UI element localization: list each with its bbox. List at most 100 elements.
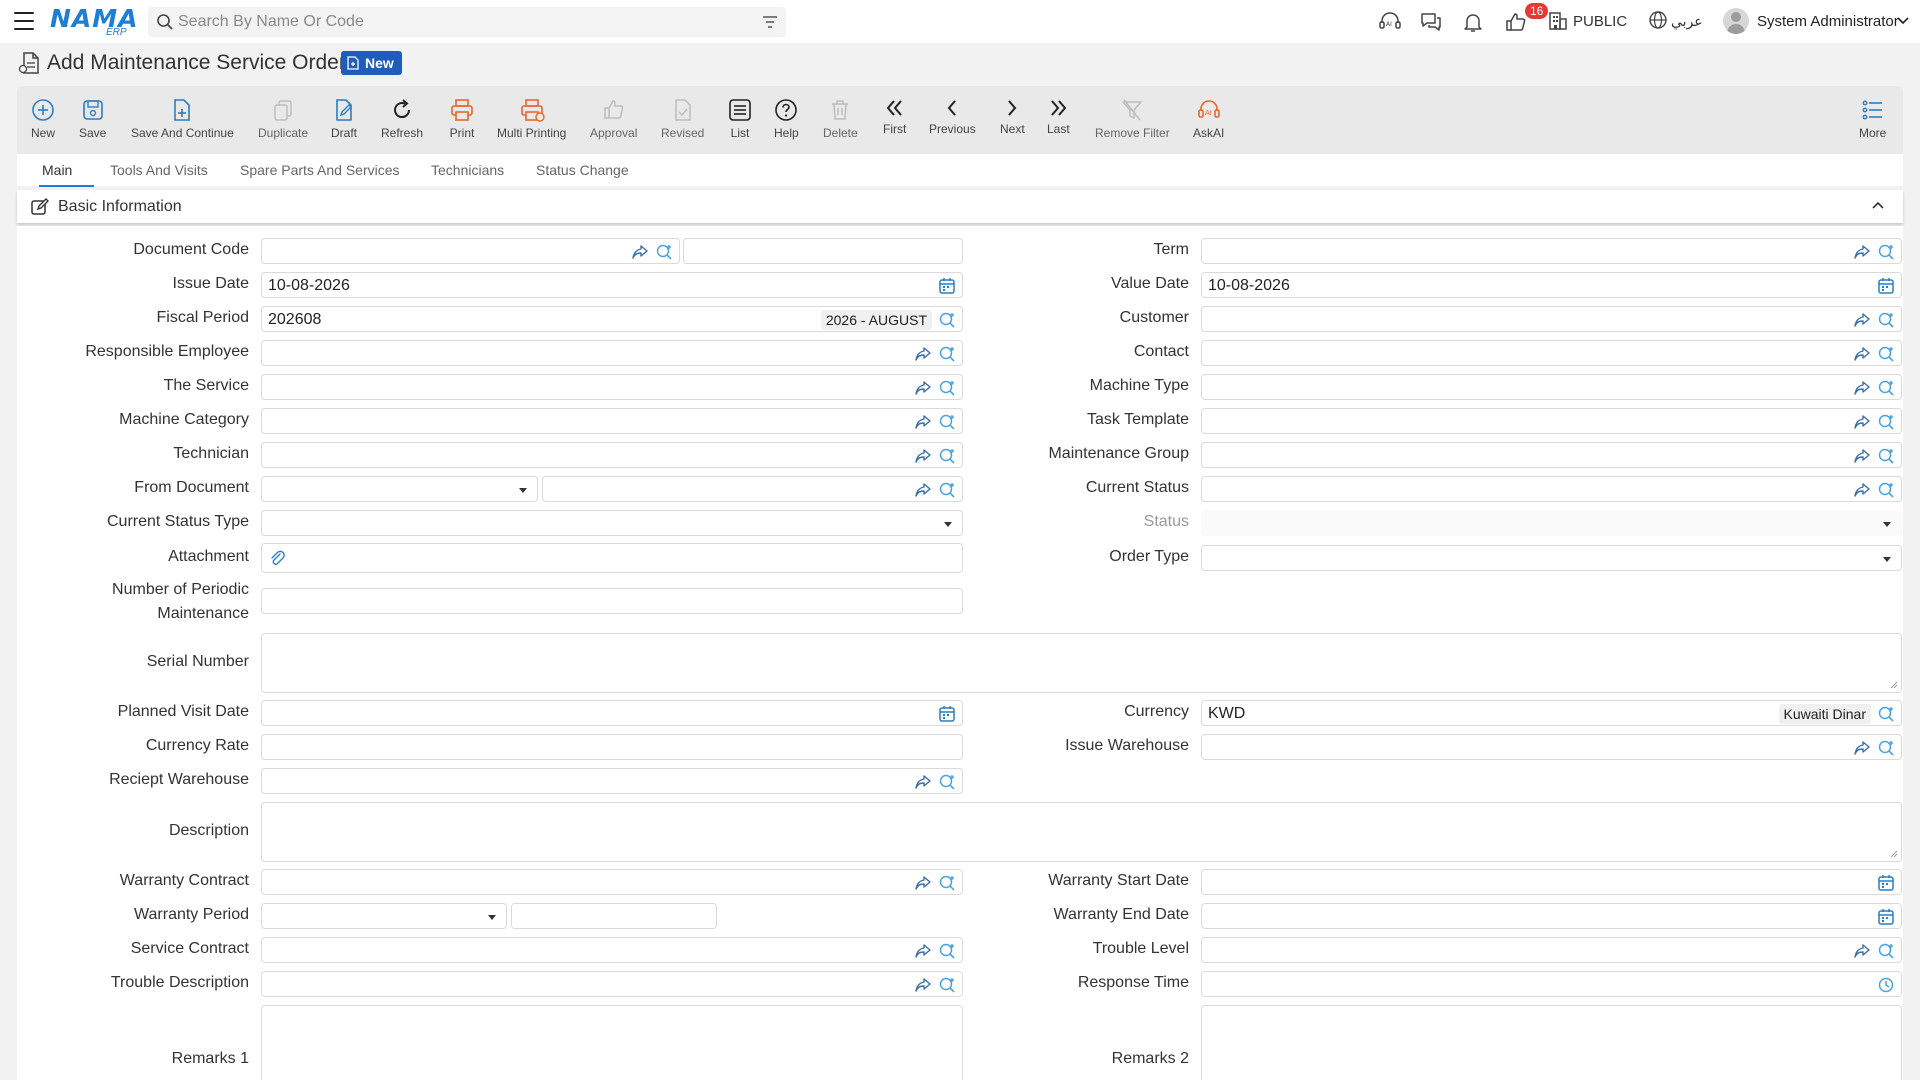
print-button[interactable]: Print	[449, 86, 475, 154]
tab-spare-parts-and-services[interactable]: Spare Parts And Services	[240, 162, 400, 178]
approvals-icon[interactable]	[1504, 10, 1528, 34]
share-icon[interactable]	[914, 773, 932, 791]
warranty-end-date-input[interactable]	[1201, 903, 1902, 929]
remarks2-textarea[interactable]	[1201, 1005, 1902, 1080]
calendar-icon[interactable]	[1877, 874, 1895, 892]
from-document-input[interactable]	[542, 476, 963, 502]
the-service-input[interactable]	[261, 374, 963, 400]
find-icon[interactable]	[938, 874, 956, 892]
technician-input[interactable]	[261, 442, 963, 468]
share-icon[interactable]	[631, 243, 649, 261]
chat-icon[interactable]	[1419, 10, 1443, 34]
more-button[interactable]: More	[1859, 86, 1886, 154]
find-icon[interactable]	[938, 345, 956, 363]
calendar-icon[interactable]	[1877, 277, 1895, 295]
tab-technicians[interactable]: Technicians	[431, 162, 504, 178]
menu-icon[interactable]	[14, 12, 34, 30]
language-toggle[interactable]: عربي	[1671, 13, 1703, 30]
find-icon[interactable]	[1877, 447, 1895, 465]
find-icon[interactable]	[1877, 942, 1895, 960]
customer-input[interactable]	[1201, 306, 1902, 332]
issue-date-input[interactable]: 10-08-2026	[261, 272, 963, 298]
save-and-continue-button[interactable]: Save And Continue	[131, 86, 234, 154]
share-icon[interactable]	[1853, 311, 1871, 329]
chevron-down-icon[interactable]	[1897, 16, 1909, 26]
multi-printing-button[interactable]: Multi Printing	[497, 86, 566, 154]
list-button[interactable]: List	[728, 86, 752, 154]
help-button[interactable]: Help	[774, 86, 799, 154]
remove-filter-button[interactable]: Remove Filter	[1095, 86, 1170, 154]
share-icon[interactable]	[914, 379, 932, 397]
find-icon[interactable]	[938, 447, 956, 465]
share-icon[interactable]	[1853, 942, 1871, 960]
planned-visit-date-input[interactable]	[261, 700, 963, 726]
refresh-button[interactable]: Refresh	[381, 86, 423, 154]
share-icon[interactable]	[1853, 739, 1871, 757]
find-icon[interactable]	[938, 976, 956, 994]
warranty-contract-input[interactable]	[261, 869, 963, 895]
find-icon[interactable]	[1877, 481, 1895, 499]
fiscal-period-input[interactable]: 202608 2026 - AUGUST	[261, 306, 963, 332]
share-icon[interactable]	[914, 481, 932, 499]
save-button[interactable]: Save	[79, 86, 106, 154]
share-icon[interactable]	[1853, 243, 1871, 261]
maintenance-group-input[interactable]	[1201, 442, 1902, 468]
globe-icon[interactable]	[1648, 10, 1668, 30]
share-icon[interactable]	[1853, 413, 1871, 431]
share-icon[interactable]	[1853, 345, 1871, 363]
current-status-input[interactable]	[1201, 476, 1902, 502]
search-input[interactable]	[178, 7, 738, 37]
find-icon[interactable]	[938, 311, 956, 329]
share-icon[interactable]	[914, 345, 932, 363]
duplicate-button[interactable]: Duplicate	[258, 86, 308, 154]
description-textarea[interactable]	[261, 802, 1902, 862]
share-icon[interactable]	[1853, 481, 1871, 499]
clock-icon[interactable]	[1877, 976, 1895, 994]
first-button[interactable]: First	[883, 86, 906, 154]
filter-icon[interactable]	[762, 14, 778, 30]
machine-category-input[interactable]	[261, 408, 963, 434]
paperclip-icon[interactable]	[268, 549, 286, 567]
value-date-input[interactable]: 10-08-2026	[1201, 272, 1902, 298]
ai-support-icon[interactable]: AI	[1378, 10, 1402, 34]
find-icon[interactable]	[655, 243, 673, 261]
service-contract-input[interactable]	[261, 937, 963, 963]
receipt-warehouse-input[interactable]	[261, 768, 963, 794]
document-code-input[interactable]	[261, 238, 680, 264]
currency-rate-input[interactable]	[261, 734, 963, 760]
document-code-name-input[interactable]	[683, 238, 963, 264]
company-label[interactable]: PUBLIC	[1573, 13, 1627, 30]
draft-button[interactable]: Draft	[331, 86, 357, 154]
avatar[interactable]	[1723, 8, 1749, 34]
warranty-period-value-input[interactable]	[511, 903, 717, 929]
status-select[interactable]	[1201, 510, 1902, 536]
task-template-input[interactable]	[1201, 408, 1902, 434]
find-icon[interactable]	[938, 481, 956, 499]
chevron-up-icon[interactable]	[1871, 200, 1885, 210]
new-button[interactable]: New	[31, 86, 55, 154]
number-of-periodic-maintenance-input[interactable]	[261, 588, 963, 614]
response-time-input[interactable]	[1201, 971, 1902, 997]
find-icon[interactable]	[938, 942, 956, 960]
find-icon[interactable]	[938, 379, 956, 397]
approval-button[interactable]: Approval	[590, 86, 637, 154]
calendar-icon[interactable]	[938, 705, 956, 723]
share-icon[interactable]	[914, 942, 932, 960]
tab-tools-and-visits[interactable]: Tools And Visits	[110, 162, 208, 178]
resize-handle-icon[interactable]	[1890, 681, 1898, 689]
term-input[interactable]	[1201, 238, 1902, 264]
revised-button[interactable]: Revised	[661, 86, 704, 154]
tab-status-change[interactable]: Status Change	[536, 162, 629, 178]
calendar-icon[interactable]	[1877, 908, 1895, 926]
share-icon[interactable]	[1853, 379, 1871, 397]
find-icon[interactable]	[1877, 311, 1895, 329]
responsible-employee-input[interactable]	[261, 340, 963, 366]
serial-number-textarea[interactable]	[261, 633, 1902, 693]
nama-logo[interactable]: NAMA ERP	[50, 4, 140, 38]
share-icon[interactable]	[1853, 447, 1871, 465]
user-name[interactable]: System Administrator	[1757, 13, 1899, 30]
calendar-icon[interactable]	[938, 277, 956, 295]
contact-input[interactable]	[1201, 340, 1902, 366]
warranty-period-select[interactable]	[261, 903, 507, 929]
find-icon[interactable]	[1877, 413, 1895, 431]
